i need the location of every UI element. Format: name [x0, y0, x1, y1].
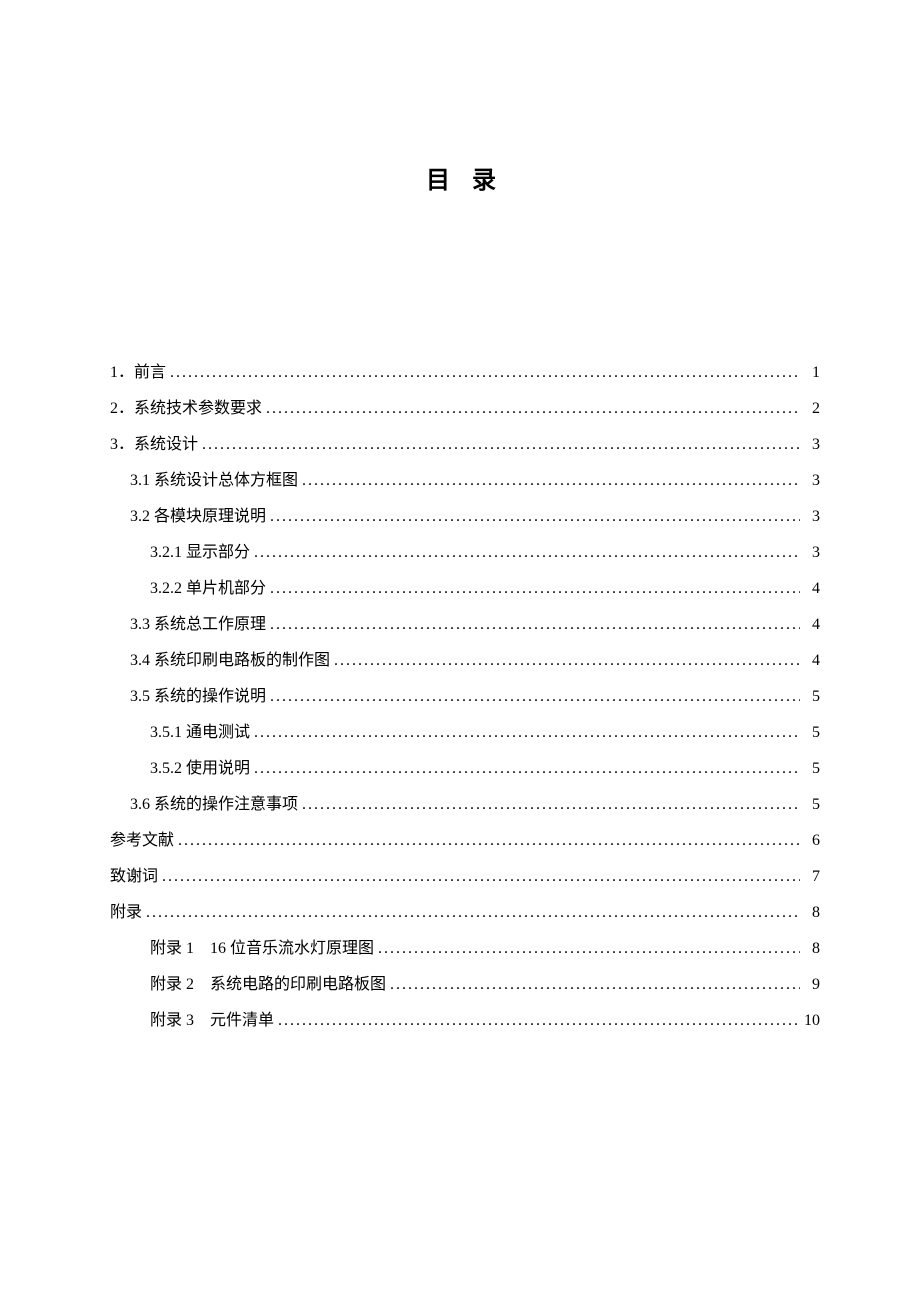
toc-leader-dots — [162, 859, 800, 895]
toc-entry: 3．系统设计 3 — [110, 427, 820, 463]
toc-entry-label: 3.5.2 使用说明 — [150, 751, 250, 787]
toc-entry-label: 3.2 各模块原理说明 — [130, 499, 266, 535]
toc-entry-page: 5 — [804, 751, 820, 787]
toc-entry-page: 10 — [804, 1003, 820, 1039]
toc-entry: 致谢词 7 — [110, 859, 820, 895]
toc-entry-page: 4 — [804, 571, 820, 607]
toc-entry-label: 附录 1 16 位音乐流水灯原理图 — [150, 931, 374, 967]
toc-entry: 附录 8 — [110, 895, 820, 931]
toc-entry-page: 8 — [804, 931, 820, 967]
toc-entry: 3.5 系统的操作说明 5 — [110, 679, 820, 715]
toc-entry-page: 3 — [804, 499, 820, 535]
toc-entry-page: 3 — [804, 535, 820, 571]
toc-leader-dots — [390, 967, 800, 1003]
toc-entry: 3.1 系统设计总体方框图 3 — [110, 463, 820, 499]
toc-entry-page: 9 — [804, 967, 820, 1003]
toc-entry-label: 3.2.2 单片机部分 — [150, 571, 266, 607]
toc-entry-page: 8 — [804, 895, 820, 931]
toc-entry-page: 5 — [804, 679, 820, 715]
toc-leader-dots — [254, 715, 800, 751]
toc-leader-dots — [334, 643, 800, 679]
toc-entry-label: 3.4 系统印刷电路板的制作图 — [130, 643, 330, 679]
toc-leader-dots — [170, 355, 800, 391]
toc-entry-page: 5 — [804, 787, 820, 823]
toc-entry-label: 3.6 系统的操作注意事项 — [130, 787, 298, 823]
toc-leader-dots — [270, 571, 800, 607]
toc-entry-page: 4 — [804, 643, 820, 679]
toc-entry-page: 6 — [804, 823, 820, 859]
toc-entry: 1．前言 1 — [110, 355, 820, 391]
toc-entry: 3.2.2 单片机部分 4 — [110, 571, 820, 607]
toc-leader-dots — [302, 787, 800, 823]
toc-leader-dots — [178, 823, 800, 859]
toc-entry-label: 3.2.1 显示部分 — [150, 535, 250, 571]
toc-entry-label: 3.3 系统总工作原理 — [130, 607, 266, 643]
toc-leader-dots — [146, 895, 800, 931]
toc-entry-page: 7 — [804, 859, 820, 895]
toc-entry: 参考文献 6 — [110, 823, 820, 859]
toc-entry: 3.5.1 通电测试 5 — [110, 715, 820, 751]
toc-entry-label: 附录 2 系统电路的印刷电路板图 — [150, 967, 386, 1003]
toc-entry: 3.3 系统总工作原理 4 — [110, 607, 820, 643]
toc-entry-label: 参考文献 — [110, 823, 174, 859]
toc-entry: 3.6 系统的操作注意事项 5 — [110, 787, 820, 823]
toc-leader-dots — [302, 463, 800, 499]
toc-entry-page: 1 — [804, 355, 820, 391]
toc-entry: 2．系统技术参数要求 2 — [110, 391, 820, 427]
toc-entry-label: 附录 3 元件清单 — [150, 1003, 274, 1039]
toc-entry-label: 3.5.1 通电测试 — [150, 715, 250, 751]
toc-list: 1．前言12．系统技术参数要求23．系统设计33.1 系统设计总体方框图33.2… — [110, 355, 820, 1039]
toc-entry: 附录 3 元件清单 10 — [110, 1003, 820, 1039]
toc-entry-label: 致谢词 — [110, 859, 158, 895]
toc-leader-dots — [270, 499, 800, 535]
toc-entry-label: 3．系统设计 — [110, 427, 198, 463]
toc-entry-page: 3 — [804, 463, 820, 499]
toc-entry-label: 附录 — [110, 895, 142, 931]
toc-entry-label: 2．系统技术参数要求 — [110, 391, 262, 427]
toc-entry-label: 3.1 系统设计总体方框图 — [130, 463, 298, 499]
toc-entry: 3.4 系统印刷电路板的制作图 4 — [110, 643, 820, 679]
toc-entry-page: 2 — [804, 391, 820, 427]
toc-entry-page: 5 — [804, 715, 820, 751]
toc-entry: 3.2 各模块原理说明 3 — [110, 499, 820, 535]
toc-entry-label: 3.5 系统的操作说明 — [130, 679, 266, 715]
toc-leader-dots — [202, 427, 800, 463]
toc-leader-dots — [266, 391, 800, 427]
toc-entry: 附录 2 系统电路的印刷电路板图 9 — [110, 967, 820, 1003]
toc-leader-dots — [270, 679, 800, 715]
toc-entry: 3.5.2 使用说明 5 — [110, 751, 820, 787]
toc-entry-page: 4 — [804, 607, 820, 643]
toc-leader-dots — [278, 1003, 800, 1039]
toc-leader-dots — [254, 751, 800, 787]
toc-entry: 附录 1 16 位音乐流水灯原理图 8 — [110, 931, 820, 967]
toc-entry-page: 3 — [804, 427, 820, 463]
toc-entry: 3.2.1 显示部分 3 — [110, 535, 820, 571]
toc-leader-dots — [378, 931, 800, 967]
toc-leader-dots — [254, 535, 800, 571]
toc-leader-dots — [270, 607, 800, 643]
toc-title: 目 录 — [110, 160, 820, 195]
toc-entry-label: 1．前言 — [110, 355, 166, 391]
